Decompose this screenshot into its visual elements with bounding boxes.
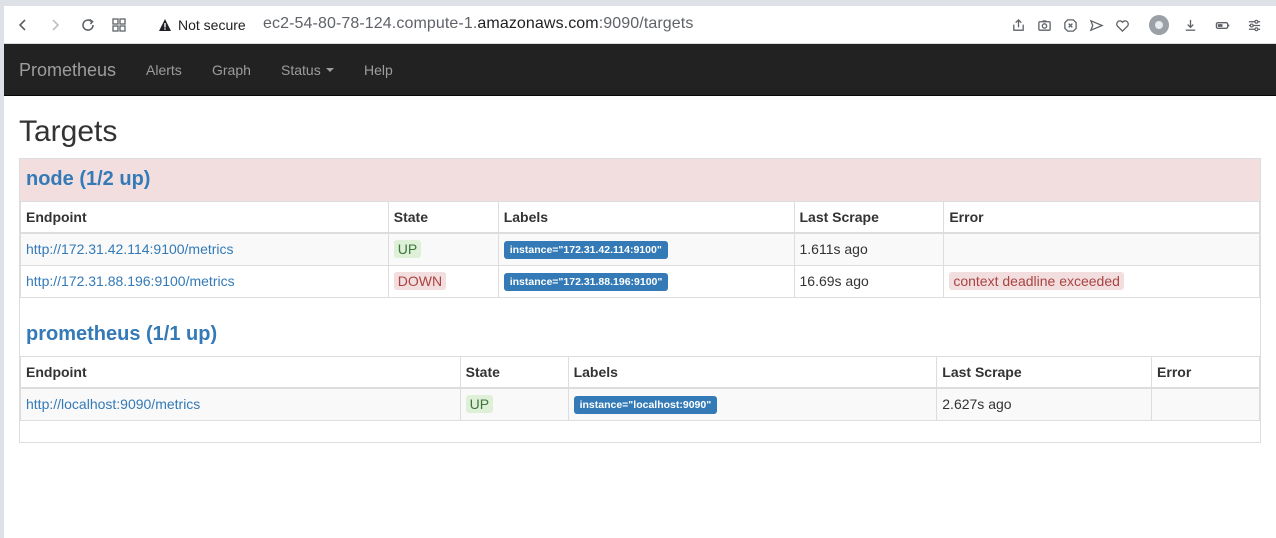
forward-icon[interactable] (42, 12, 68, 38)
apps-grid-icon[interactable] (106, 12, 132, 38)
column-header: Endpoint (20, 201, 389, 234)
endpoint-link[interactable]: http://172.31.88.196:9100/metrics (26, 273, 235, 289)
heart-icon[interactable] (1110, 12, 1134, 38)
block-icon[interactable] (1058, 12, 1082, 38)
brand-link[interactable]: Prometheus (19, 60, 116, 81)
job-title[interactable]: prometheus (1/1 up) (26, 323, 217, 345)
screenshot-icon[interactable] (1032, 12, 1056, 38)
column-header: Error (1151, 356, 1260, 389)
job-header: prometheus (1/1 up) (20, 314, 1260, 356)
last-scrape: 1.611s ago (793, 232, 945, 266)
caret-down-icon (325, 68, 334, 73)
reload-icon[interactable] (75, 12, 101, 38)
column-header: Error (943, 201, 1260, 234)
url-suffix: :9090/targets (598, 15, 694, 32)
nav-status[interactable]: Status (281, 62, 334, 78)
nav-alerts[interactable]: Alerts (146, 62, 182, 78)
state-badge: UP (393, 240, 422, 258)
error-cell (1151, 387, 1260, 421)
instance-label: instance="localhost:9090" (573, 395, 718, 414)
top-navbar: Prometheus Alerts Graph Status Help (4, 44, 1276, 96)
state-badge: UP (465, 395, 494, 413)
download-icon[interactable] (1178, 12, 1202, 38)
share-icon[interactable] (1006, 12, 1030, 38)
address-bar[interactable]: ec2-54-80-78-124.compute-1.amazonaws.com… (263, 15, 693, 33)
state-badge: DOWN (393, 272, 447, 290)
nav-graph[interactable]: Graph (212, 62, 251, 78)
job-title[interactable]: node (1/2 up) (26, 168, 150, 190)
endpoint-link[interactable]: http://localhost:9090/metrics (26, 396, 200, 412)
instance-label: instance="172.31.88.196:9100" (503, 272, 669, 291)
job-section-prometheus: prometheus (1/1 up) Endpoint State Label… (19, 314, 1261, 443)
browser-toolbar: Not secure ec2-54-80-78-124.compute-1.am… (4, 6, 1276, 44)
column-header: Labels (567, 356, 938, 389)
battery-icon[interactable] (1210, 12, 1234, 38)
column-header: Last Scrape (793, 201, 945, 234)
last-scrape: 16.69s ago (793, 264, 945, 298)
error-cell (943, 232, 1260, 266)
column-header: Endpoint (20, 356, 461, 389)
last-scrape: 2.627s ago (936, 387, 1153, 421)
job-section-node: node (1/2 up) Endpoint State Labels Last… (19, 158, 1261, 320)
settings-sliders-icon[interactable] (1242, 12, 1266, 38)
column-header: State (387, 201, 499, 234)
nav-status-label: Status (281, 62, 321, 78)
targets-table: Endpoint State Labels Last Scrape Error … (20, 356, 1260, 421)
table-header-row: Endpoint State Labels Last Scrape Error (20, 356, 1260, 389)
targets-table: Endpoint State Labels Last Scrape Error … (20, 201, 1260, 298)
nav-help[interactable]: Help (364, 62, 393, 78)
table-header-row: Endpoint State Labels Last Scrape Error (20, 201, 1260, 234)
send-icon[interactable] (1084, 12, 1108, 38)
security-indicator[interactable]: Not secure (158, 14, 246, 36)
page-title: Targets (19, 115, 118, 148)
instance-label: instance="172.31.42.114:9100" (503, 240, 668, 259)
warning-icon (159, 19, 171, 31)
table-row: http://localhost:9090/metrics UP instanc… (20, 387, 1260, 421)
column-header: Labels (497, 201, 795, 234)
table-row: http://172.31.42.114:9100/metrics UP ins… (20, 232, 1260, 266)
security-text: Not secure (178, 17, 246, 33)
table-row: http://172.31.88.196:9100/metrics DOWN i… (20, 264, 1260, 298)
profile-avatar-icon[interactable] (1147, 12, 1171, 38)
url-prefix: ec2-54-80-78-124.compute-1. (263, 15, 478, 32)
column-header: State (459, 356, 569, 389)
column-header: Last Scrape (936, 356, 1153, 389)
job-header: node (1/2 up) (20, 159, 1260, 201)
back-icon[interactable] (10, 12, 36, 38)
url-host: amazonaws.com (477, 15, 599, 32)
endpoint-link[interactable]: http://172.31.42.114:9100/metrics (26, 241, 234, 257)
error-message: context deadline exceeded (949, 272, 1124, 290)
